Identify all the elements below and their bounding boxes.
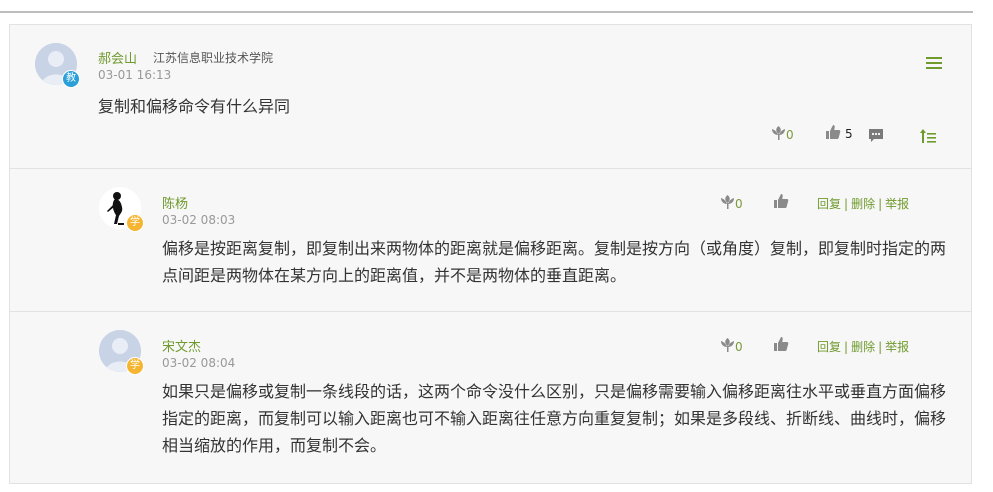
- report-link[interactable]: 举报: [885, 197, 909, 211]
- post-content: 复制和偏移命令有什么异同: [98, 97, 291, 116]
- student-badge: 学: [126, 214, 144, 232]
- like-button[interactable]: 5: [825, 124, 853, 143]
- comment-icon[interactable]: [868, 128, 884, 147]
- teacher-badge: 教: [62, 70, 80, 88]
- author-name[interactable]: 陈杨: [162, 193, 188, 212]
- post-content: 如果只是偏移或复制一条线段的话，这两个命令没什么区别，只是偏移需要输入偏移距离往…: [162, 382, 947, 455]
- flower-icon: [771, 125, 786, 144]
- post-time: 03-01 16:13: [98, 68, 172, 82]
- delete-link[interactable]: 删除: [851, 340, 875, 354]
- report-link[interactable]: 举报: [885, 340, 909, 354]
- flower-button[interactable]: 0: [720, 194, 743, 213]
- author-name[interactable]: 郝会山: [98, 48, 137, 67]
- flower-count: 0: [735, 339, 743, 354]
- discussion-thread: 教 郝会山 江苏信息职业技术学院 03-01 16:13 复制和偏移命令有什么异…: [9, 24, 972, 484]
- flower-icon: [720, 337, 735, 356]
- delete-link[interactable]: 删除: [851, 197, 875, 211]
- separator: |: [844, 340, 849, 354]
- separator: |: [878, 340, 883, 354]
- flower-count: 0: [786, 127, 794, 142]
- author-name[interactable]: 宋文杰: [162, 336, 201, 355]
- author-school: 江苏信息职业技术学院: [153, 51, 274, 65]
- avatar[interactable]: 教: [35, 43, 80, 88]
- flower-icon: [720, 194, 735, 213]
- reply-item: 学 宋文杰 03-02 08:04 如果只是偏移或复制一条线段的话，这两个命令没…: [10, 311, 971, 492]
- thumbs-up-icon[interactable]: [773, 193, 789, 213]
- student-badge: 学: [126, 357, 144, 375]
- sort-icon[interactable]: [920, 128, 936, 147]
- top-divider: [0, 11, 973, 13]
- post-time: 03-02 08:04: [162, 356, 236, 370]
- avatar[interactable]: 学: [99, 187, 144, 232]
- reply-link[interactable]: 回复: [817, 340, 841, 354]
- reply-link[interactable]: 回复: [817, 197, 841, 211]
- avatar[interactable]: 学: [99, 330, 144, 375]
- thumbs-up-icon[interactable]: [773, 336, 789, 356]
- thumbs-up-icon: [825, 124, 841, 143]
- post-content: 偏移是按距离复制，即复制出来两物体的距离就是偏移距离。复制是按方向（或角度）复制…: [162, 239, 947, 285]
- flower-count: 0: [735, 196, 743, 211]
- flower-button[interactable]: 0: [720, 337, 743, 356]
- like-count: 5: [845, 126, 853, 141]
- reply-actions: 回复 | 删除 | 举报: [817, 195, 909, 212]
- separator: |: [844, 197, 849, 211]
- post-time: 03-02 08:03: [162, 213, 236, 227]
- flower-button[interactable]: 0: [771, 125, 794, 144]
- reply-item: 学 陈杨 03-02 08:03 偏移是按距离复制，即复制出来两物体的距离就是偏…: [10, 168, 971, 312]
- reply-actions: 回复 | 删除 | 举报: [817, 338, 909, 355]
- menu-icon[interactable]: [926, 55, 942, 69]
- main-post: 教 郝会山 江苏信息职业技术学院 03-01 16:13 复制和偏移命令有什么异…: [10, 25, 971, 168]
- separator: |: [878, 197, 883, 211]
